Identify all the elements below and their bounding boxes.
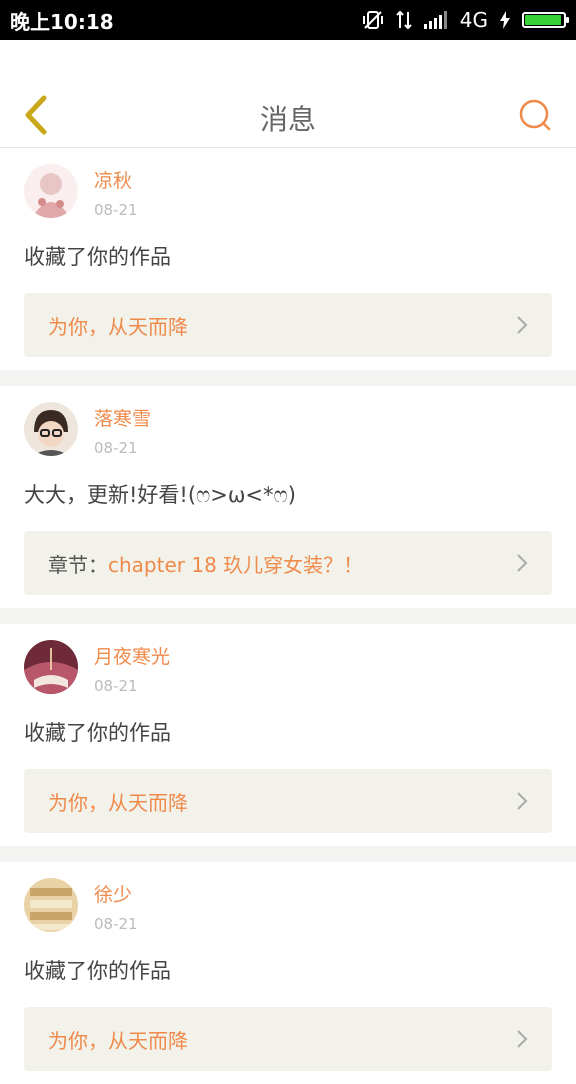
message-card: 徐少 08-21 收藏了你的作品 为你，从天而降 — [0, 862, 576, 1084]
username[interactable]: 徐少 — [94, 880, 138, 907]
status-icons: 4G — [362, 8, 569, 32]
battery-icon — [522, 12, 569, 28]
message-date: 08-21 — [94, 677, 138, 695]
reference-title: 为你，从天而降 — [48, 790, 188, 815]
charging-icon — [500, 11, 510, 29]
reference-prefix: 章节： — [48, 552, 108, 577]
app-bar: 消息 — [0, 40, 576, 148]
status-bar: 晚上10:18 4G — [0, 0, 576, 40]
search-button[interactable] — [510, 90, 560, 140]
chapter-reference-link[interactable]: 章节：chapter 18 玖儿穿女装？！ — [24, 531, 552, 595]
message-list: 凉秋 08-21 收藏了你的作品 为你，从天而降 落寒雪 08-21 大大，更新… — [0, 148, 576, 1084]
username[interactable]: 落寒雪 — [94, 404, 151, 431]
message-text: 收藏了你的作品 — [24, 721, 171, 745]
message-card: 落寒雪 08-21 大大，更新!好看!(ෆ>ω<*ෆ) 章节：chapter 1… — [0, 386, 576, 608]
message-text: 收藏了你的作品 — [24, 959, 171, 983]
signal-icon — [423, 11, 448, 29]
page-title: 消息 — [259, 103, 316, 136]
chevron-right-icon — [516, 554, 530, 572]
work-reference-link[interactable]: 为你，从天而降 — [24, 1007, 552, 1071]
work-reference-link[interactable]: 为你，从天而降 — [24, 769, 552, 833]
search-icon — [519, 99, 551, 131]
network-type: 4G — [459, 8, 488, 32]
battery-level — [525, 15, 561, 25]
username[interactable]: 凉秋 — [94, 166, 138, 193]
message-text: 大大，更新!好看!(ෆ>ω<*ෆ) — [24, 483, 296, 507]
reference-title: chapter 18 玖儿穿女装？！ — [108, 552, 364, 577]
avatar[interactable] — [24, 640, 78, 694]
message-text: 收藏了你的作品 — [24, 245, 171, 269]
data-transfer-icon — [396, 10, 412, 30]
message-date: 08-21 — [94, 915, 138, 933]
chevron-right-icon — [516, 316, 530, 334]
chevron-right-icon — [516, 1030, 530, 1048]
username[interactable]: 月夜寒光 — [94, 642, 170, 669]
avatar[interactable] — [24, 164, 78, 218]
message-date: 08-21 — [94, 201, 138, 219]
reference-title: 为你，从天而降 — [48, 1028, 188, 1053]
reference-title: 为你，从天而降 — [48, 314, 188, 339]
work-reference-link[interactable]: 为你，从天而降 — [24, 293, 552, 357]
message-card: 月夜寒光 08-21 收藏了你的作品 为你，从天而降 — [0, 624, 576, 846]
status-time: 晚上10:18 — [10, 9, 114, 34]
message-date: 08-21 — [94, 439, 138, 457]
chevron-right-icon — [516, 792, 530, 810]
avatar[interactable] — [24, 402, 78, 456]
message-card: 凉秋 08-21 收藏了你的作品 为你，从天而降 — [0, 148, 576, 370]
vibrate-off-icon — [362, 10, 384, 30]
avatar[interactable] — [24, 878, 78, 932]
